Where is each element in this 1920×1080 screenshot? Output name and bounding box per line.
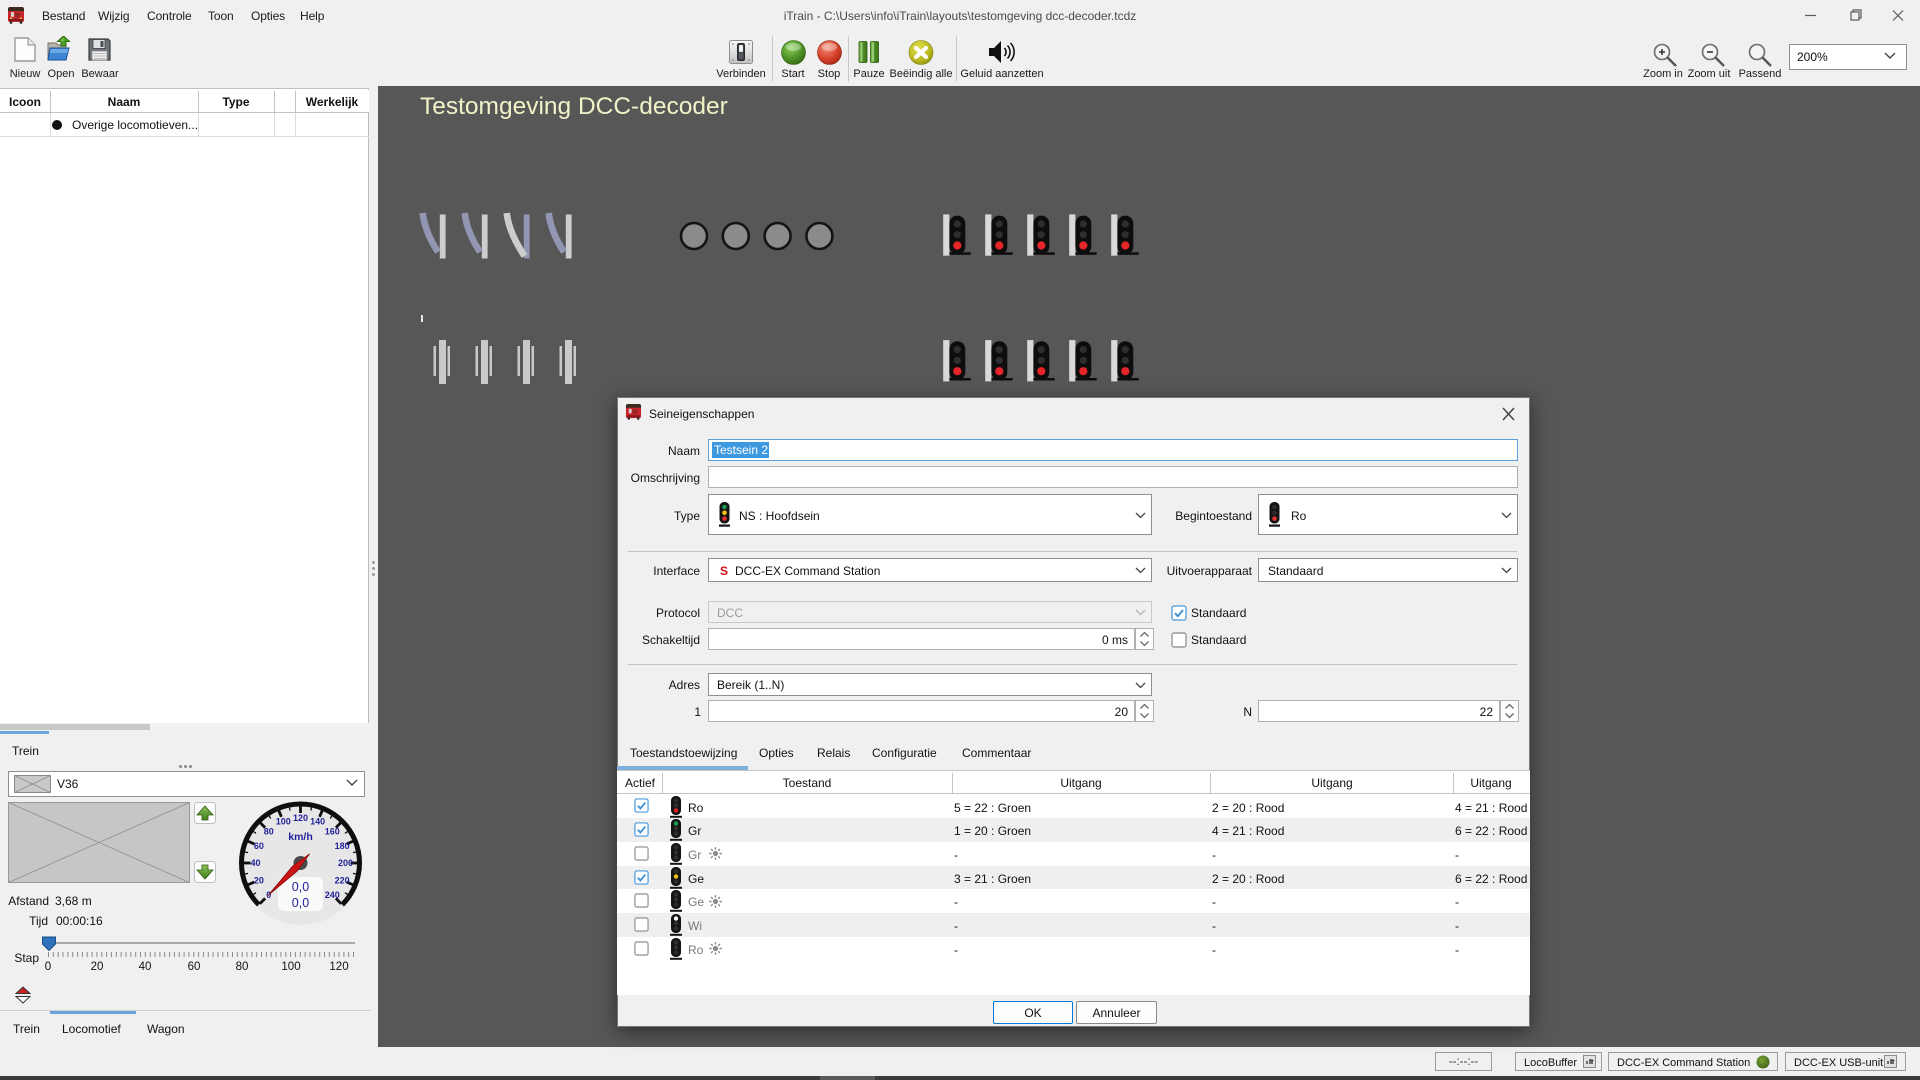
svg-text:100: 100 [276,817,291,827]
svg-text:40: 40 [250,858,260,868]
svg-text:80: 80 [264,826,274,836]
svg-text:km/h: km/h [288,831,313,843]
svg-text:140: 140 [310,817,325,827]
svg-text:200: 200 [338,858,353,868]
svg-text:0,0: 0,0 [292,896,309,910]
svg-text:60: 60 [254,841,264,851]
svg-text:120: 120 [293,813,308,823]
svg-text:0,0: 0,0 [292,880,309,894]
svg-text:180: 180 [335,841,350,851]
svg-text:240: 240 [325,890,340,900]
svg-text:220: 220 [335,875,350,885]
svg-text:160: 160 [325,826,340,836]
svg-text:20: 20 [254,875,264,885]
